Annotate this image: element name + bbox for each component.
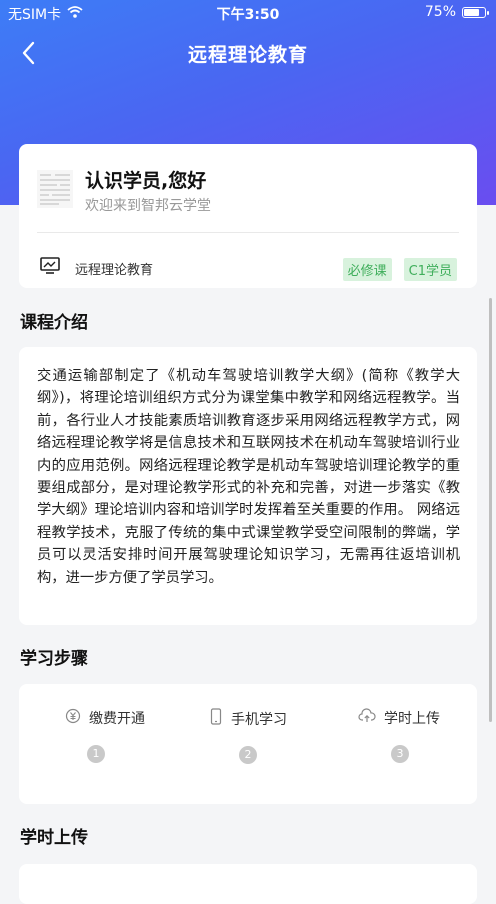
section-title-intro: 课程介绍 [20,313,88,333]
tag-license-class: C1学员 [403,258,457,281]
greeting-title: 认识学员,您好 [85,170,207,192]
battery-icon [462,6,489,18]
avatar [37,170,73,208]
step-number: 3 [391,745,409,763]
tag-list: 必修课 C1学员 [342,258,457,281]
profile-card: 认识学员,您好 欢迎来到智邦云学堂 远程理论教育 必修课 C1学员 [19,144,477,288]
step-label: 学时上传 [384,711,440,727]
cloud-upload-icon [358,708,376,728]
section-title-upload: 学时上传 [20,828,88,848]
steps-card: 缴费开通 1 手机学习 2 学时上传 3 [19,684,477,804]
page-title: 远程理论教育 [187,44,308,66]
upload-card [19,864,477,904]
course-name: 远程理论教育 [75,262,154,278]
step-item-payment: 缴费开通 1 [35,708,175,763]
step-item-mobile: 手机学习 2 [178,708,318,764]
step-number: 1 [87,745,105,763]
welcome-text: 欢迎来到智邦云学堂 [85,198,211,214]
phone-icon [209,708,223,729]
battery-percent: 75% [424,4,456,20]
clock: 下午3:50 [216,7,280,23]
payment-icon [65,708,81,728]
step-item-upload: 学时上传 3 [329,708,469,763]
status-bar: 无SIM卡 下午3:50 75% [0,0,496,26]
monitor-icon [39,256,61,280]
tag-required: 必修课 [342,258,392,281]
intro-text: 交通运输部制定了《机动车驾驶培训教学大纲》(简称《教学大纲》)，将理论培训组织方… [37,368,460,586]
step-label: 缴费开通 [89,711,145,727]
nav-bar: 远程理论教育 [0,30,496,74]
course-row: 远程理论教育 [39,256,153,280]
step-number: 2 [239,746,257,764]
scrollbar[interactable] [489,298,492,722]
intro-card: 交通运输部制定了《机动车驾驶培训教学大纲》(简称《教学大纲》)，将理论培训组织方… [19,347,477,625]
step-label: 手机学习 [231,711,287,728]
section-title-steps: 学习步骤 [20,649,88,669]
divider [37,232,459,233]
